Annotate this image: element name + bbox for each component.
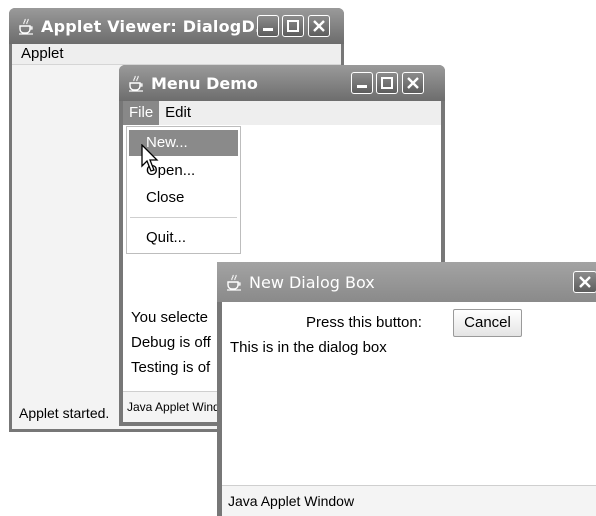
dialog-body-text: This is in the dialog box [230,339,387,356]
applet-menu[interactable]: Applet [21,45,64,62]
selection-message: You selecte [131,309,209,326]
arrow-cursor-icon [141,144,159,172]
maximize-button[interactable] [282,15,304,37]
button-prompt: Press this button: [306,314,422,331]
java-cup-icon [225,273,243,291]
close-button[interactable] [573,271,596,293]
minimize-icon [357,85,367,88]
maximize-icon [381,77,393,89]
new-dialog-window: New Dialog Box Press this button: Cancel… [217,262,596,516]
applet-window-status: Java Applet Window [222,485,596,516]
applet-menubar: Applet [12,44,341,65]
testing-message: Testing is of [131,359,211,376]
menu-file[interactable]: File [123,101,160,125]
debug-message: Debug is off [131,334,211,351]
close-button[interactable] [308,15,330,37]
applet-status-text: Applet started. [19,405,110,421]
cancel-button[interactable]: Cancel [453,309,522,337]
new-dialog-client: Press this button: Cancel This is in the… [222,302,596,516]
maximize-icon [287,20,299,32]
close-icon [407,77,419,89]
maximize-button[interactable] [376,72,398,94]
window-title: Menu Demo [151,73,258,93]
window-title: New Dialog Box [249,272,375,292]
menu-demo-menubar: File Edit [123,101,441,125]
new-dialog-titlebar[interactable]: New Dialog Box [217,262,596,302]
java-cup-icon [17,17,35,35]
java-cup-icon [127,74,145,92]
menu-separator [130,217,237,218]
close-icon [313,20,325,32]
menu-edit[interactable]: Edit [159,101,197,125]
menu-item-quit[interactable]: Quit... [129,225,238,251]
menu-item-close[interactable]: Close [129,185,238,211]
window-title: Applet Viewer: DialogD... [41,16,274,36]
close-icon [579,276,591,288]
minimize-button[interactable] [257,15,279,37]
menu-demo-titlebar[interactable]: Menu Demo [119,65,445,101]
applet-viewer-titlebar[interactable]: Applet Viewer: DialogD... [9,8,344,44]
minimize-icon [263,28,273,31]
minimize-button[interactable] [351,72,373,94]
close-button[interactable] [402,72,424,94]
